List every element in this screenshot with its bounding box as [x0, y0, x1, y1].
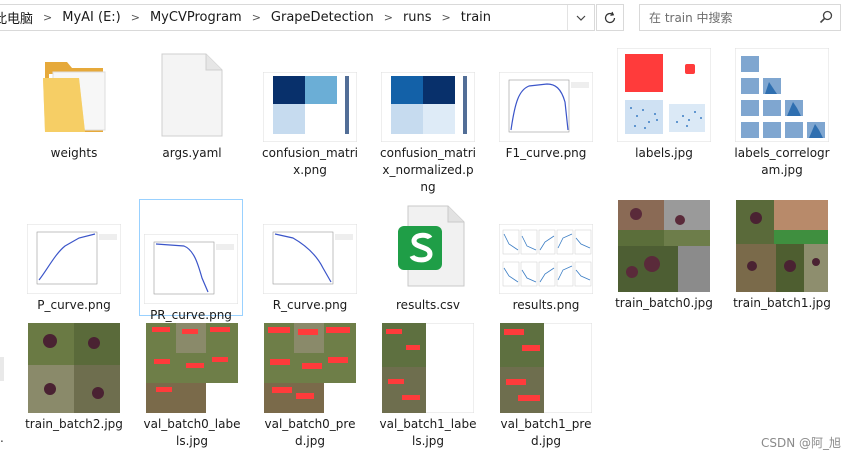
file-item-r-curve[interactable]: R_curve.png	[254, 199, 366, 315]
r-curve-thumbnail	[262, 223, 358, 295]
file-name: P_curve.png	[37, 298, 111, 312]
file-name: results.png	[512, 298, 580, 312]
labels-thumbnail	[616, 47, 712, 143]
file-name: train_batch1.jpg	[733, 296, 831, 310]
file-item-val-batch1-labels[interactable]: val_batch1_labels.jpg	[372, 322, 484, 451]
val-batch0-pred-thumbnail	[264, 323, 356, 413]
confusion-matrix-thumbnail	[262, 71, 358, 143]
file-item-weights[interactable]: weights	[18, 47, 130, 163]
confusion-matrix-normalized-thumbnail	[380, 71, 476, 143]
search-icon[interactable]	[818, 9, 834, 25]
breadcrumb-item-runs[interactable]: runs	[400, 10, 435, 25]
train-batch2-thumbnail	[28, 323, 120, 413]
spreadsheet-icon	[388, 200, 468, 294]
file-item-results-png[interactable]: results.png	[490, 199, 602, 315]
refresh-icon[interactable]	[596, 4, 624, 31]
breadcrumb-item-drive[interactable]: MyAI (E:)	[59, 10, 124, 25]
file-item-f1-curve[interactable]: F1_curve.png	[490, 47, 602, 163]
breadcrumb-separator: >	[383, 11, 393, 24]
breadcrumb-separator: >	[251, 11, 261, 24]
address-bar: 此电脑 > MyAI (E:) > MyCVProgram > GrapeDet…	[0, 0, 853, 36]
file-name: val_batch1_labels.jpg	[379, 417, 477, 448]
file-item-labels[interactable]: labels.jpg	[608, 47, 720, 163]
breadcrumb-separator: >	[441, 11, 451, 24]
search-input[interactable]: 在 train 中搜索	[639, 4, 841, 31]
chevron-down-icon[interactable]	[567, 5, 593, 30]
f1-curve-thumbnail	[498, 71, 594, 143]
file-name: weights	[50, 146, 98, 160]
correlogram-thumbnail	[734, 47, 830, 143]
search-placeholder: 在 train 中搜索	[649, 11, 733, 25]
file-name: F1_curve.png	[505, 146, 587, 160]
file-item-args-yaml[interactable]: args.yaml	[136, 47, 248, 163]
breadcrumb-separator: >	[130, 11, 140, 24]
file-item-train-batch2[interactable]: train_batch2.jpg	[18, 322, 130, 434]
results-plot-thumbnail	[498, 223, 594, 295]
left-pane-edge	[0, 357, 4, 381]
breadcrumb-item-mycvprogram[interactable]: MyCVProgram	[147, 10, 245, 25]
breadcrumb-item-train[interactable]: train	[458, 10, 494, 25]
file-name: val_batch1_pred.jpg	[500, 417, 592, 448]
watermark: CSDN @阿_旭	[760, 436, 841, 450]
breadcrumb-separator: >	[43, 11, 53, 24]
train-batch1-thumbnail	[736, 200, 828, 292]
file-name: confusion_matrix.png	[262, 146, 358, 177]
val-batch1-labels-thumbnail	[381, 322, 475, 414]
file-item-confusion-matrix[interactable]: confusion_matrix.png	[254, 47, 366, 180]
val-batch0-labels-thumbnail	[146, 323, 238, 413]
file-item-labels-correlogram[interactable]: labels_correlogram.jpg	[726, 47, 838, 180]
folder-icon	[39, 48, 109, 142]
document-icon	[160, 48, 224, 142]
file-item-val-batch1-pred[interactable]: val_batch1_pred.jpg	[490, 322, 602, 451]
file-name: labels.jpg	[635, 146, 693, 160]
breadcrumb[interactable]: 此电脑 > MyAI (E:) > MyCVProgram > GrapeDet…	[0, 4, 595, 31]
file-name: labels_correlogram.jpg	[734, 146, 830, 177]
file-item-train-batch0[interactable]: train_batch0.jpg	[608, 199, 720, 313]
val-batch1-pred-thumbnail	[499, 322, 593, 414]
file-name: val_batch0_labels.jpg	[143, 417, 241, 448]
file-name: train_batch2.jpg	[25, 417, 123, 431]
train-batch0-thumbnail	[618, 200, 710, 292]
file-item-results-csv[interactable]: results.csv	[372, 199, 484, 315]
file-name: R_curve.png	[272, 298, 348, 312]
file-item-train-batch1[interactable]: train_batch1.jpg	[726, 199, 838, 313]
file-name: args.yaml	[162, 146, 222, 160]
breadcrumb-item-grapedetection[interactable]: GrapeDetection	[268, 10, 377, 25]
file-item-confusion-matrix-normalized[interactable]: confusion_matrix_normalized.png	[372, 47, 484, 197]
left-pane-edge-text: .	[0, 431, 4, 445]
file-name: confusion_matrix_normalized.png	[380, 146, 476, 194]
file-name: results.csv	[396, 298, 460, 312]
file-name: train_batch0.jpg	[615, 296, 713, 310]
breadcrumb-item-this-pc[interactable]: 此电脑	[0, 8, 36, 27]
file-item-pr-curve[interactable]: PR_curve.png	[139, 199, 243, 322]
file-name: val_batch0_pred.jpg	[264, 417, 356, 448]
file-item-p-curve[interactable]: P_curve.png	[18, 199, 130, 315]
p-curve-thumbnail	[26, 223, 122, 295]
pr-curve-thumbnail	[143, 233, 239, 305]
file-item-val-batch0-pred[interactable]: val_batch0_pred.jpg	[254, 322, 366, 451]
file-item-val-batch0-labels[interactable]: val_batch0_labels.jpg	[136, 322, 248, 451]
